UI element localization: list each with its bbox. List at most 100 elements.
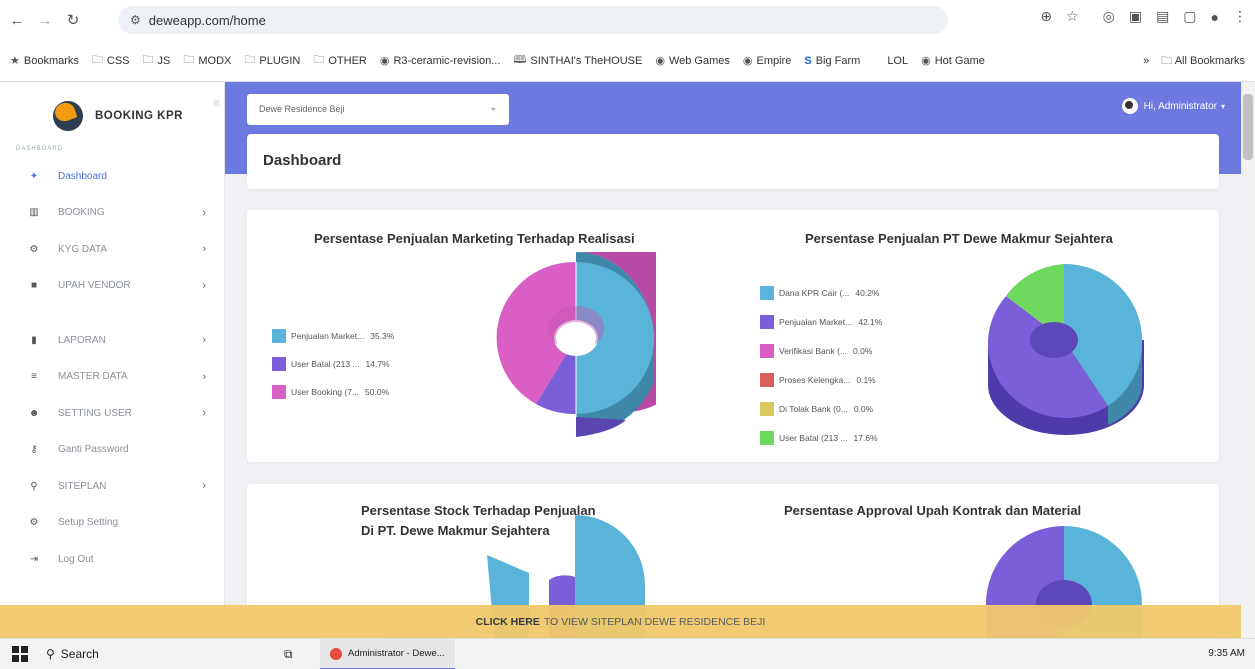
logout-icon: ⇥ [29, 553, 39, 565]
star-bookmark-icon[interactable]: ☆ [1066, 8, 1079, 25]
bookmark-label: Web Games [668, 54, 730, 67]
bookmark-item[interactable]: 🗀 PLUGIN [244, 51, 300, 70]
sidebar-item-setup-setting[interactable]: ⚙ Setup Setting [0, 505, 224, 542]
folder-icon: ■ [30, 280, 38, 292]
page-scrollbar[interactable] [1241, 82, 1255, 638]
extension-icon[interactable]: ▣ [1129, 8, 1142, 25]
sidebar-item-siteplan[interactable]: ⚲ SITEPLAN › [0, 468, 224, 505]
legend-item[interactable]: Verifikasi Bank (... 0.0% [760, 344, 872, 358]
sidebar-item-setting-user[interactable]: ☻ SETTING USER › [0, 395, 224, 432]
bookmark-item[interactable]: ◉ Hot Game [921, 54, 985, 68]
bookmark-icon: 🕮 [513, 54, 527, 66]
users-icon: ☻ [28, 407, 40, 419]
bookmark-label: SINTHAI's TheHOUSE [530, 54, 643, 67]
sidebar: BOOKING KPR ≡ DASHBOARD ✦ Dashboard ▥ BOOKI… [0, 82, 225, 638]
bookmarks-overflow: » 🗀 All Bookmarks [1143, 40, 1245, 82]
chart-card-sales: Persentase Penjualan Marketing Terhadap … [247, 210, 1219, 462]
taskbar-search[interactable]: ⚲ Search [46, 647, 99, 661]
bookmark-label: Empire [756, 54, 792, 67]
chart-title-pt: Persentase Penjualan PT Dewe Makmur Seja… [805, 231, 1113, 246]
sidebar-item-label: UPAH VENDOR [58, 280, 131, 292]
chevron-right-icon: › [202, 407, 206, 420]
legend-item[interactable]: Proses Kelengka... 0.1% [760, 373, 876, 387]
chevron-right-icon: › [202, 334, 206, 347]
chevron-right-icon: › [202, 243, 206, 256]
legend-label: Verifikasi Bank (... [779, 346, 848, 356]
legend-item[interactable]: User Booking (7... 50.0% [272, 385, 389, 399]
banner-cta[interactable]: CLICK HERE [476, 616, 540, 628]
profile-icon[interactable]: ● [1211, 9, 1219, 25]
folder-icon: 🗀 [183, 54, 195, 66]
sidebar-item-ganti-password[interactable]: ⚷ Ganti Password [0, 432, 224, 469]
bookmark-item[interactable]: 🗀 CSS [92, 51, 130, 70]
taskbar-app-chrome[interactable]: Administrator - Dewe... [320, 639, 455, 669]
legend-label: Proses Kelengka... [779, 375, 851, 385]
sidebar-item-label: Ganti Password [58, 444, 129, 456]
legend-item[interactable]: User Batal (213 ... 14.7% [272, 357, 390, 371]
sidebar-item-log-out[interactable]: ⇥ Log Out [0, 541, 224, 578]
globe-icon: ◉ [921, 55, 931, 67]
sidebar-item-label: MASTER DATA [58, 371, 128, 383]
legend-item[interactable]: Penjualan Market... 42.1% [760, 315, 882, 329]
project-select[interactable]: Dewe Residence Beji ⌄ [247, 94, 509, 125]
address-bar[interactable]: ⚙ deweapp.com/home [118, 6, 948, 34]
bookmark-item[interactable]: ◉ Web Games [655, 54, 730, 68]
site-settings-icon[interactable]: ⚙ [130, 13, 141, 27]
legend-swatch [272, 385, 286, 399]
taskbar-clock: 9:35 AM [1208, 648, 1245, 659]
bookmark-item[interactable]: ★ Bookmarks [10, 54, 79, 68]
bookmark-item[interactable]: 🕮 SINTHAI's TheHOUSE [513, 51, 642, 70]
menu-icon[interactable]: ⋮ [1233, 8, 1247, 25]
all-bookmarks-button[interactable]: 🗀 All Bookmarks [1161, 52, 1245, 71]
back-icon[interactable]: ← [6, 9, 28, 31]
sidebar-item-booking[interactable]: ▥ BOOKING › [0, 195, 224, 232]
legend-swatch [760, 402, 774, 416]
bookmark-item[interactable]: 🗀 JS [143, 51, 171, 70]
extension-icon[interactable]: ▤ [1156, 8, 1169, 25]
legend-percent: 35.3% [370, 331, 395, 341]
chart-icon: ▮ [31, 334, 37, 346]
puzzle-icon[interactable]: ▢ [1183, 8, 1196, 25]
legend-item[interactable]: Penjualan Market... 35.3% [272, 329, 394, 343]
legend-item[interactable]: User Batal (213 ... 17.6% [760, 431, 878, 445]
bookmark-item[interactable]: 🗀 MODX [183, 51, 231, 70]
brand-logo [53, 101, 83, 131]
brand[interactable]: BOOKING KPR [0, 82, 224, 150]
caret-down-icon: ▾ [1220, 101, 1225, 111]
sidebar-item-kyg-data[interactable]: ⚙ KYG DATA › [0, 231, 224, 268]
sidebar-item-laporan[interactable]: ▮ LAPORAN › [0, 322, 224, 359]
legend-percent: 17.6% [853, 433, 878, 443]
sidebar-toggle-icon[interactable]: ≡ [213, 96, 223, 110]
legend-item[interactable]: Dana KPR Cair (... 40.2% [760, 286, 880, 300]
bookmark-item[interactable]: ◉ Empire [743, 54, 792, 68]
legend-label: User Booking (7... [291, 387, 360, 397]
user-menu[interactable]: Hi, Administrator ▾ [1121, 98, 1225, 114]
task-view-icon[interactable]: ⧉ [284, 647, 293, 662]
reload-icon[interactable]: ↻ [62, 9, 84, 31]
legend-item[interactable]: Di Tolak Bank (0... 0.0% [760, 402, 873, 416]
bookmark-item[interactable]: ◉ R3-ceramic-revision... [380, 54, 501, 68]
sidebar-item-upah-vendor[interactable]: ■ UPAH VENDOR › [0, 268, 224, 305]
search-icon: ⚲ [46, 647, 55, 661]
star-icon: ★ [10, 55, 20, 67]
scrollbar-thumb[interactable] [1243, 94, 1253, 160]
browser-actions: ⊕ ☆ ◎ ▣ ▤ ▢ ● ⋮ [1040, 8, 1247, 25]
chart-title-marketing: Persentase Penjualan Marketing Terhadap … [314, 231, 635, 246]
sidebar-item-dashboard[interactable]: ✦ Dashboard [0, 158, 224, 195]
windows-start-icon[interactable] [12, 646, 28, 662]
camera-icon[interactable]: ◎ [1103, 8, 1115, 25]
bookmark-item[interactable]: S Big Farm [804, 55, 860, 67]
legend-percent: 42.1% [858, 317, 883, 327]
bookmark-item[interactable]: LOL [883, 55, 908, 67]
chevron-right-icon: › [202, 370, 206, 383]
bookmark-item[interactable]: 🗀 OTHER [313, 51, 367, 70]
siteplan-banner[interactable]: CLICK HERE TO VIEW SITEPLAN DEWE RESIDEN… [0, 605, 1241, 638]
legend-percent: 40.2% [855, 288, 880, 298]
more-bookmarks-button[interactable]: » [1143, 55, 1149, 67]
cogs-icon: ⚙ [29, 517, 39, 529]
banner-text: TO VIEW SITEPLAN DEWE RESIDENCE BEJI [543, 615, 766, 628]
folder-icon: 🗀 [142, 54, 154, 66]
zoom-icon[interactable]: ⊕ [1040, 8, 1052, 25]
sidebar-item-master-data[interactable]: ≡ MASTER DATA › [0, 359, 224, 396]
forward-icon[interactable]: → [34, 9, 56, 31]
